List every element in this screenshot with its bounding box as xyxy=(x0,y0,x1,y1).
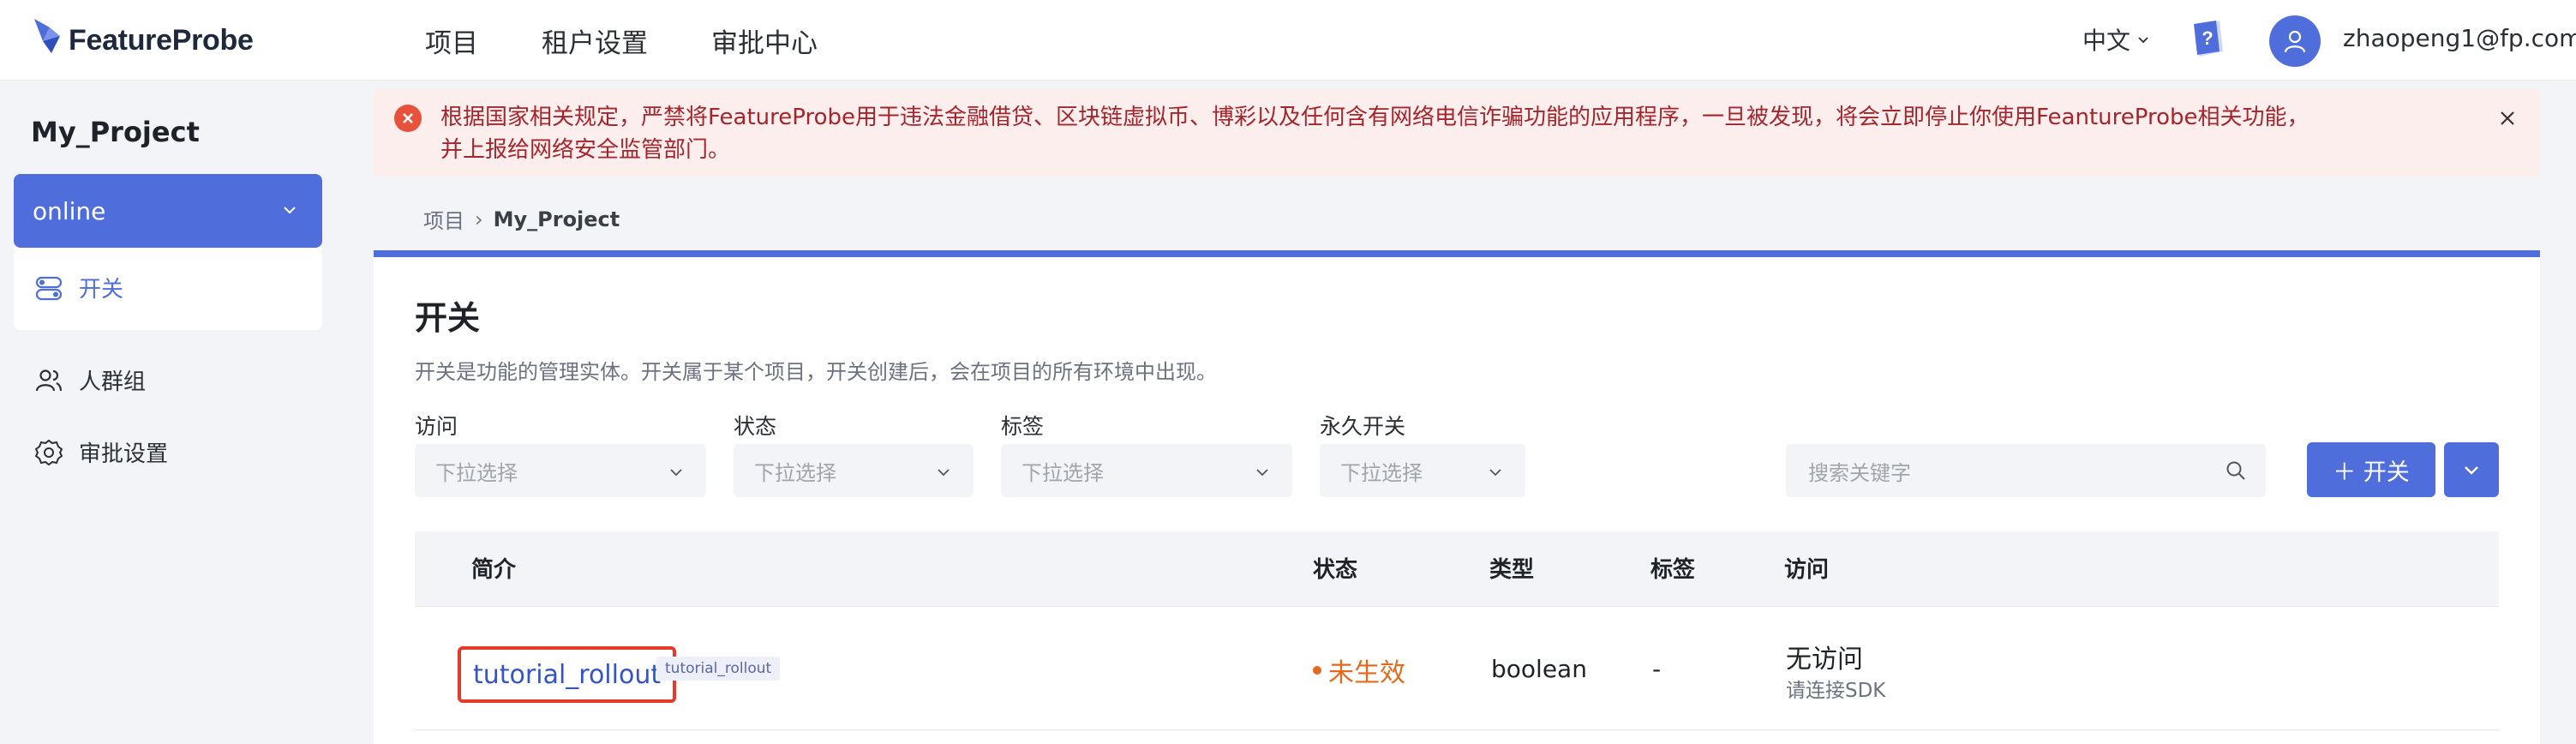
add-toggle-dropdown-button[interactable] xyxy=(2444,442,2499,497)
sidebar-item-segments[interactable]: 人群组 xyxy=(34,364,146,396)
table-header: 简介 状态 类型 标签 访问 xyxy=(415,531,2499,607)
sidebar-item-label: 开关 xyxy=(79,277,124,303)
toggles-panel: 开关 开关是功能的管理实体。开关属于某个项目，开关创建后，会在项目的所有环境中出… xyxy=(374,250,2540,744)
filter-label-tags: 标签 xyxy=(1001,414,1045,439)
help-doc-icon[interactable]: ? xyxy=(2190,17,2230,60)
sidebar-item-approval-settings[interactable]: 审批设置 xyxy=(34,436,168,468)
toggle-status: 未生效 xyxy=(1313,651,1405,689)
language-label: 中文 xyxy=(2082,27,2131,55)
environment-value: online xyxy=(33,196,106,225)
chevron-down-icon xyxy=(284,207,296,214)
column-header-visit: 访问 xyxy=(1784,557,1830,583)
toggle-key-badge: tutorial_rollout xyxy=(656,657,781,681)
users-icon xyxy=(35,369,63,391)
breadcrumb-current: My_Project xyxy=(493,207,620,231)
filter-label-visit: 访问 xyxy=(415,414,458,439)
status-dot-icon xyxy=(1313,666,1321,675)
compliance-alert: 根据国家相关规定，严禁将FeatureProbe用于违法金融借贷、区块链虚拟币、… xyxy=(374,89,2540,177)
app-name: FeatureProbe xyxy=(69,23,254,57)
filter-label-status: 状态 xyxy=(734,414,777,439)
column-header-intro: 简介 xyxy=(471,557,517,583)
sidebar-item-label: 审批设置 xyxy=(79,441,169,467)
nav-item-projects[interactable]: 项目 xyxy=(425,21,478,60)
gear-icon xyxy=(34,439,63,465)
toggle-tags: - xyxy=(1652,655,1662,683)
sidebar-item-label: 人群组 xyxy=(79,369,147,395)
toggle-type: boolean xyxy=(1491,655,1587,683)
filter-placeholder: 下拉选择 xyxy=(435,460,518,485)
chevron-down-icon xyxy=(1256,469,1268,477)
chevron-down-icon xyxy=(1489,469,1501,477)
toggle-name-link[interactable]: tutorial_rollout xyxy=(458,646,677,703)
chevron-right-icon: › xyxy=(475,207,483,231)
filter-placeholder: 下拉选择 xyxy=(1340,460,1423,485)
error-circle-icon xyxy=(394,105,422,132)
project-title: My_Project xyxy=(31,116,200,148)
environment-select[interactable]: online xyxy=(14,174,322,248)
column-header-status: 状态 xyxy=(1313,557,1358,583)
close-icon[interactable] xyxy=(2495,106,2519,130)
breadcrumb: 项目 › My_Project xyxy=(423,204,620,234)
main-nav: 项目 租户设置 审批中心 xyxy=(425,0,881,81)
featureprobe-logo-icon xyxy=(34,19,60,53)
search-icon xyxy=(2226,461,2245,480)
search-input[interactable]: 搜索关键字 xyxy=(1786,444,2266,497)
page-title: 开关 xyxy=(415,299,481,337)
visit-hint: 请连接SDK xyxy=(1786,680,1886,702)
table-row[interactable]: tutorial_rollout tutorial_rollout 未生效 bo… xyxy=(415,607,2499,730)
nav-item-approval-center[interactable]: 审批中心 xyxy=(711,21,818,60)
toggle-icon xyxy=(35,276,63,300)
alert-message: 根据国家相关规定，严禁将FeatureProbe用于违法金融借贷、区块链虚拟币、… xyxy=(440,105,2309,163)
filter-tags-select[interactable]: 下拉选择 xyxy=(1001,444,1292,497)
chevron-down-icon xyxy=(2138,37,2148,44)
svg-text:?: ? xyxy=(2202,27,2213,49)
status-text: 未生效 xyxy=(1328,658,1405,688)
column-header-type: 类型 xyxy=(1489,557,1535,583)
nav-item-tenant-settings[interactable]: 租户设置 xyxy=(542,21,648,60)
chevron-down-icon xyxy=(938,469,950,477)
visit-status: 无访问 xyxy=(1786,645,1863,675)
user-icon xyxy=(2284,30,2306,53)
filter-label-permanent: 永久开关 xyxy=(1320,414,1406,439)
sidebar-item-toggles[interactable]: 开关 xyxy=(34,272,123,303)
filter-permanent-select[interactable]: 下拉选择 xyxy=(1320,444,1525,497)
sidebar: My_Project online 开关 人群组 审批设置 xyxy=(0,81,338,744)
add-toggle-button[interactable]: ＋ 开关 xyxy=(2307,442,2435,497)
app-logo[interactable]: FeatureProbe xyxy=(31,12,254,69)
breadcrumb-root[interactable]: 项目 xyxy=(423,204,464,234)
language-switcher[interactable]: 中文 xyxy=(2082,22,2149,57)
filter-status-select[interactable]: 下拉选择 xyxy=(734,444,973,497)
page-description: 开关是功能的管理实体。开关属于某个项目，开关创建后，会在项目的所有环境中出现。 xyxy=(415,360,1217,384)
top-header: FeatureProbe 项目 租户设置 审批中心 中文 ? zhaopeng1… xyxy=(0,0,2576,81)
chevron-down-icon xyxy=(2465,466,2478,475)
filter-placeholder: 下拉选择 xyxy=(754,460,836,485)
user-avatar[interactable] xyxy=(2269,15,2321,67)
chevron-down-icon xyxy=(670,469,682,477)
user-email[interactable]: zhaopeng1@fp.com xyxy=(2343,24,2576,52)
filter-placeholder: 下拉选择 xyxy=(1021,460,1104,485)
search-placeholder: 搜索关键字 xyxy=(1808,460,1911,485)
filter-visit-select[interactable]: 下拉选择 xyxy=(415,444,706,497)
column-header-tags: 标签 xyxy=(1650,557,1696,583)
